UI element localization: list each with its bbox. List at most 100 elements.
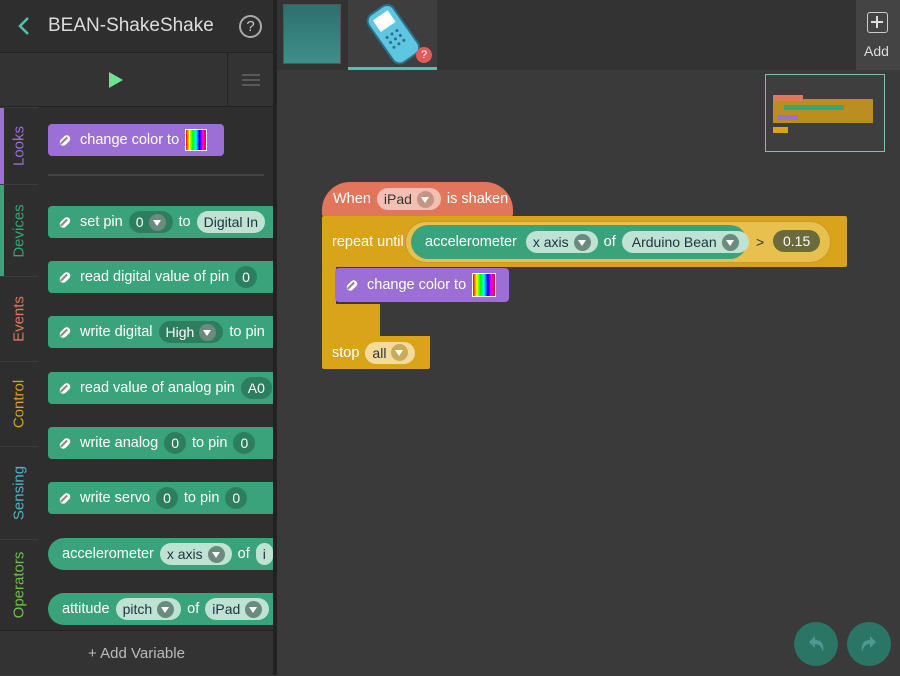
block-label: to pin [229, 324, 265, 340]
stage-thumbnail[interactable] [283, 4, 341, 64]
plug-icon [58, 215, 72, 229]
stop-block[interactable]: stop all [322, 336, 430, 369]
dropdown-value: 0 [135, 214, 144, 230]
minimap[interactable] [765, 74, 885, 152]
of-label: of [603, 234, 616, 250]
category-sensing[interactable]: Sensing [0, 446, 38, 539]
warning-badge: ? [416, 47, 432, 63]
add-variable-button[interactable]: + Add Variable [0, 630, 273, 675]
palette-change-color-block[interactable]: change color to [48, 124, 224, 156]
plug-icon [58, 491, 72, 505]
target-dropdown[interactable]: Arduino Bean [621, 231, 749, 253]
back-chevron-icon[interactable] [14, 14, 34, 38]
block-label: of [187, 601, 200, 617]
color-swatch[interactable] [472, 273, 497, 297]
block-label: attitude [62, 601, 110, 617]
block-label: write servo [80, 490, 151, 506]
pin-field[interactable]: 0 [233, 432, 256, 454]
pin-dropdown[interactable]: 0 [235, 266, 257, 288]
title-bar: BEAN-ShakeShake ? [0, 0, 273, 53]
plus-icon [867, 12, 888, 33]
pin-dropdown[interactable]: A0 [240, 377, 272, 399]
palette-read-analog-block[interactable]: read value of analog pin A0 [48, 372, 273, 404]
block-label: set pin [80, 214, 123, 230]
plug-icon [58, 270, 72, 284]
category-label: Control [10, 379, 28, 429]
device-dropdown[interactable]: iPad [205, 598, 270, 620]
block-label: accelerometer [62, 546, 154, 562]
add-label: Add [864, 43, 889, 59]
mode-dropdown[interactable]: Digital In [196, 211, 266, 233]
category-events[interactable]: Events [0, 276, 38, 361]
block-label: to [178, 214, 191, 230]
minimap-block [773, 127, 788, 133]
block-palette: change color to set pin 0 to Digital In … [38, 107, 273, 630]
accel-label: accelerometer [425, 234, 517, 250]
script-canvas[interactable]: When iPad is shaken repeat until acceler… [277, 70, 900, 675]
block-label: of [237, 546, 250, 562]
dropdown-value: x axis [166, 546, 203, 562]
palette-write-digital-block[interactable]: write digital High to pin [48, 316, 273, 348]
change-color-block[interactable]: change color to [335, 268, 509, 302]
event-label: is shaken [446, 191, 509, 207]
device-dropdown[interactable]: iPad [376, 188, 441, 210]
add-button[interactable]: Add [856, 0, 900, 70]
chevron-down-icon [573, 233, 591, 251]
stop-label: stop [332, 344, 360, 361]
palette-attitude-block[interactable]: attitude pitch of iPad [48, 593, 273, 625]
redo-button[interactable] [847, 622, 891, 666]
pin-field[interactable]: 0 [225, 487, 248, 509]
block-label: change color to [80, 132, 180, 148]
chevron-down-icon [391, 344, 409, 361]
dropdown-value: Arduino Bean [631, 234, 717, 250]
category-devices[interactable]: Devices [0, 184, 38, 276]
dropdown-value: pitch [122, 601, 153, 617]
value-field[interactable]: 0 [156, 487, 178, 509]
chevron-down-icon [416, 190, 434, 208]
divider [227, 53, 228, 107]
dropdown-value: High [165, 324, 195, 340]
help-label: ? [246, 18, 255, 35]
pin-dropdown[interactable]: 0 [128, 211, 173, 233]
threshold-field[interactable]: 0.15 [773, 230, 821, 252]
palette-read-digital-block[interactable]: read digital value of pin 0 [48, 261, 273, 293]
plug-icon [58, 133, 72, 147]
when-shaken-content: When iPad is shaken [322, 183, 513, 215]
accelerometer-reporter[interactable]: accelerometer x axis of Arduino Bean [411, 225, 749, 259]
minimap-block [778, 115, 798, 120]
sprite-thumbnail[interactable]: ? [348, 0, 437, 70]
palette-write-servo-block[interactable]: write servo 0 to pin 0 [48, 482, 273, 514]
device-dropdown[interactable]: i [255, 543, 273, 565]
category-looks[interactable]: Looks [0, 107, 38, 184]
dropdown-value: iPad [383, 191, 412, 207]
palette-set-pin-block[interactable]: set pin 0 to Digital In [48, 206, 273, 238]
sprite-bar: ? Add [277, 0, 900, 70]
chevron-down-icon [721, 233, 739, 251]
minimap-block [784, 105, 844, 110]
repeat-label-wrap: repeat until [322, 226, 417, 258]
category-label: Devices [10, 203, 28, 258]
dropdown-value: x axis [532, 234, 569, 250]
category-control[interactable]: Control [0, 361, 38, 446]
menu-icon[interactable] [242, 73, 260, 87]
play-icon[interactable] [107, 70, 125, 95]
palette-accelerometer-block[interactable]: accelerometer x axis of i [48, 538, 273, 570]
category-operators[interactable]: Operators [0, 539, 38, 630]
help-icon[interactable]: ? [239, 15, 262, 38]
color-swatch[interactable] [185, 129, 208, 151]
axis-dropdown[interactable]: x axis [525, 231, 598, 253]
minimap-block [773, 95, 803, 101]
stop-dropdown[interactable]: all [365, 341, 416, 364]
chevron-down-icon [148, 213, 166, 231]
run-bar [0, 53, 273, 107]
plug-icon [345, 278, 359, 292]
undo-button[interactable] [794, 622, 838, 666]
category-label: Looks [10, 125, 28, 167]
value-dropdown[interactable]: High [158, 321, 224, 343]
axis-dropdown[interactable]: pitch [115, 598, 182, 620]
dropdown-value: iPad [212, 601, 241, 617]
value-field[interactable]: 0 [164, 432, 186, 454]
palette-write-analog-block[interactable]: write analog 0 to pin 0 [48, 427, 273, 459]
redo-icon [861, 636, 876, 652]
axis-dropdown[interactable]: x axis [159, 543, 232, 565]
